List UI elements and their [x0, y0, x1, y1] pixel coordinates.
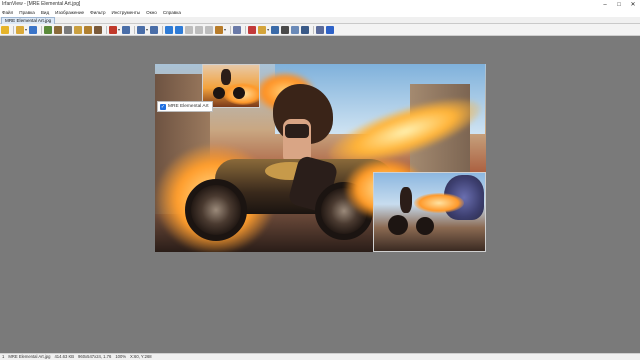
zoom-in-icon[interactable]: [122, 25, 131, 34]
image-wheel: [213, 87, 225, 99]
toolbar-separator: [134, 25, 136, 34]
previous-icon[interactable]: [165, 25, 174, 34]
checkbox-checked-icon[interactable]: ✓: [160, 103, 166, 110]
paste-icon[interactable]: [84, 25, 93, 34]
folder-browse-icon[interactable]: [258, 25, 267, 34]
chevron-down-icon[interactable]: ▾: [118, 27, 120, 32]
next-icon[interactable]: [175, 25, 184, 34]
image-front-wheel: [185, 179, 247, 241]
menu-file[interactable]: Файл: [2, 9, 13, 17]
image-name-label: MRE Elemental Art: [168, 104, 209, 109]
settings-icon[interactable]: [316, 25, 325, 34]
minimize-button[interactable]: –: [598, 0, 612, 9]
window-controls: – □ ✕: [598, 0, 640, 9]
menu-bar: Файл Правка Вид Изображение Фильтр Инстр…: [0, 9, 640, 17]
menu-edit[interactable]: Правка: [19, 9, 35, 17]
displayed-image[interactable]: [155, 64, 486, 252]
status-bar: 1 MRE Elemental Art.jpg 414.63 KB 960x54…: [0, 353, 640, 360]
copy-icon[interactable]: [74, 25, 83, 34]
properties-icon[interactable]: [233, 25, 242, 34]
toolbar-separator: [313, 25, 315, 34]
status-zoom: 100%: [115, 354, 127, 359]
image-wheel: [233, 87, 245, 99]
delete-icon[interactable]: [109, 25, 118, 34]
status-coords: X:60, Y:268: [130, 354, 152, 359]
scan-icon[interactable]: [54, 25, 63, 34]
close-button[interactable]: ✕: [626, 0, 640, 9]
toolbar-separator: [13, 25, 14, 34]
print-icon[interactable]: [64, 25, 73, 34]
image-wheel: [388, 215, 408, 235]
menu-image[interactable]: Изображение: [55, 9, 84, 17]
title-bar: IrfanView - [MRE Elemental Art.jpg] – □ …: [0, 0, 640, 9]
slideshow-icon[interactable]: [44, 25, 53, 34]
toolbar-separator: [106, 25, 108, 34]
email-icon[interactable]: [291, 25, 300, 34]
status-dimensions: 960x547x24, 1.76: [78, 354, 112, 359]
menu-view[interactable]: Вид: [41, 9, 49, 17]
zoom-fit-icon[interactable]: [150, 25, 159, 34]
tab-mre-elemental-art[interactable]: MRE Elemental Art.jpg: [1, 17, 56, 24]
irfanview-window: IrfanView - [MRE Elemental Art.jpg] – □ …: [0, 0, 640, 360]
new-icon[interactable]: [1, 25, 9, 34]
image-rider: [400, 187, 412, 213]
thumbnails-icon[interactable]: [248, 25, 257, 34]
image-rider: [221, 69, 231, 85]
toolbar-separator: [245, 25, 247, 34]
status-index: 1: [2, 354, 5, 359]
save-icon[interactable]: [29, 25, 38, 34]
cut-icon[interactable]: [94, 25, 103, 34]
toolbar-separator: [41, 25, 43, 34]
slideshow-player-icon[interactable]: [301, 25, 310, 34]
toolbar-separator: [230, 25, 232, 34]
menu-help[interactable]: Справка: [163, 9, 181, 17]
toolbar: ▾ ▾ ▾ ▾ ▾: [0, 24, 640, 36]
info-icon[interactable]: [326, 25, 335, 34]
filmstrip-icon[interactable]: [271, 25, 280, 34]
chevron-down-icon[interactable]: ▾: [25, 27, 27, 32]
crop-icon[interactable]: [215, 25, 224, 34]
menu-window[interactable]: Окно: [146, 9, 157, 17]
flip-icon[interactable]: [205, 25, 214, 34]
image-flame: [414, 193, 464, 213]
menu-tools[interactable]: Инструменты: [112, 9, 141, 17]
rotate-right-icon[interactable]: [195, 25, 204, 34]
status-filesize: 414.63 KB: [54, 354, 75, 359]
zoom-out-icon[interactable]: [137, 25, 146, 34]
window-title: IrfanView - [MRE Elemental Art.jpg]: [2, 1, 81, 7]
maximize-button[interactable]: □: [612, 0, 626, 9]
chevron-down-icon[interactable]: ▾: [146, 27, 148, 32]
menu-filter[interactable]: Фильтр: [90, 9, 105, 17]
image-rider-top: [285, 124, 309, 138]
tab-strip: MRE Elemental Art.jpg: [0, 17, 640, 24]
image-wheel: [416, 217, 434, 235]
camera-icon[interactable]: [281, 25, 290, 34]
image-name-overlay[interactable]: ✓ MRE Elemental Art: [157, 101, 213, 112]
rotate-left-icon[interactable]: [185, 25, 194, 34]
chevron-down-icon[interactable]: ▾: [224, 27, 226, 32]
open-folder-icon[interactable]: [16, 25, 24, 34]
chevron-down-icon[interactable]: ▾: [267, 27, 269, 32]
status-filename: MRE Elemental Art.jpg: [8, 354, 51, 359]
toolbar-separator: [162, 25, 164, 34]
image-inset-bottom-right: [373, 172, 486, 252]
